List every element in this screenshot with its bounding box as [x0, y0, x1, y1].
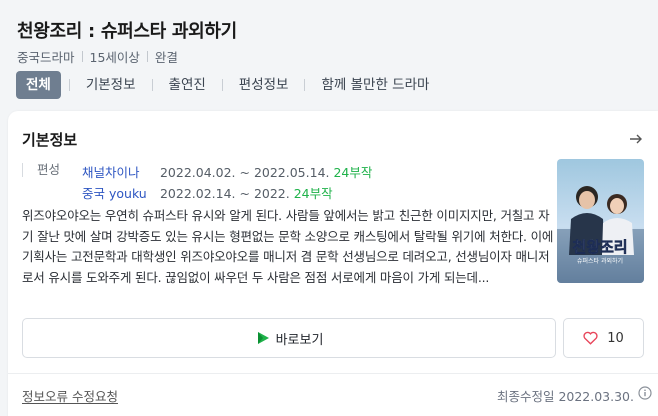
card-title: 기본정보: [22, 131, 78, 149]
last-updated: 최종수정일 2022.03.30.: [496, 389, 634, 404]
page-title: 천왕조리 : 슈퍼스타 과외하기: [17, 21, 237, 42]
tab-cast[interactable]: 출연진: [160, 71, 215, 99]
drama-meta: 중국드라마 15세이상 완결: [17, 47, 178, 66]
poster-image[interactable]: 천왕조리 슈퍼스타 과외하기: [557, 159, 644, 283]
tab-divider: [304, 79, 306, 91]
broadcast-episodes: 24부작: [333, 165, 373, 180]
broadcast-channel[interactable]: 중국 youku: [82, 183, 156, 202]
broadcast-row: 중국 youku 2022.02.14. ~ 2022. 24부작: [82, 183, 333, 202]
broadcast-dates: 2022.02.14. ~ 2022.: [159, 186, 290, 201]
meta-status: 완결: [154, 50, 178, 65]
broadcast-channel[interactable]: 채널차이나: [82, 162, 156, 181]
like-button[interactable]: 10: [563, 318, 644, 358]
tab-basic-info[interactable]: 기본정보: [77, 71, 145, 99]
info-icon[interactable]: [638, 386, 652, 400]
meta-divider: [146, 51, 148, 62]
poster-title: 천왕조리: [572, 238, 627, 256]
meta-country: 중국드라마: [17, 50, 75, 65]
like-count: 10: [607, 330, 624, 346]
drama-header: 천왕조리 : 슈퍼스타 과외하기 중국드라마 15세이상 완결 전체 기본정보 …: [16, 0, 658, 112]
tab-recommended[interactable]: 함께 볼만한 드라마: [312, 71, 438, 99]
footer-divider: [8, 373, 658, 374]
play-icon: [257, 332, 269, 344]
arrow-right-icon[interactable]: [628, 131, 644, 147]
watch-now-button[interactable]: 바로보기: [22, 318, 556, 358]
schedule-label: 편성: [22, 163, 60, 177]
watch-now-label: 바로보기: [275, 332, 324, 348]
tab-schedule[interactable]: 편성정보: [230, 71, 298, 99]
report-error-link[interactable]: 정보오류 수정요청: [22, 386, 118, 405]
tab-all[interactable]: 전체: [16, 71, 61, 99]
broadcast-dates: 2022.04.02. ~ 2022.05.14.: [159, 165, 330, 180]
tab-divider: [68, 79, 70, 91]
basic-info-card: 기본정보 편성 채널차이나 2022.04.02. ~ 2022.05.14. …: [8, 111, 658, 416]
tab-bar: 전체 기본정보 출연진 편성정보 함께 볼만한 드라마: [16, 71, 438, 99]
meta-rating: 15세이상: [89, 50, 140, 65]
broadcast-episodes: 24부작: [293, 186, 333, 201]
synopsis-text: 위즈야오야오는 우연히 슈퍼스타 유시와 알게 된다. 사람들 앞에서는 밝고 …: [22, 208, 554, 285]
heart-icon: [583, 331, 598, 345]
broadcast-row: 채널차이나 2022.04.02. ~ 2022.05.14. 24부작: [82, 162, 372, 181]
meta-divider: [81, 51, 83, 62]
poster-subtitle: 슈퍼스타 과외하기: [577, 257, 623, 265]
tab-divider: [221, 79, 223, 91]
tab-divider: [151, 79, 153, 91]
